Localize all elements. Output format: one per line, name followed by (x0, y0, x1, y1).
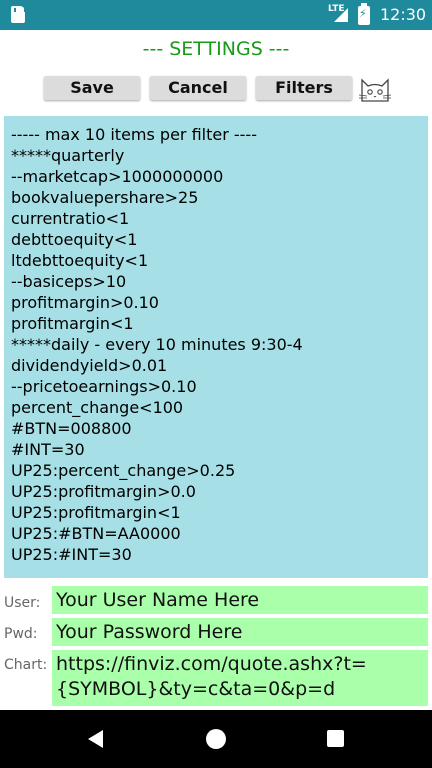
cancel-button[interactable]: Cancel (150, 76, 246, 100)
home-icon[interactable] (206, 729, 226, 749)
user-field[interactable]: Your User Name Here (52, 586, 428, 614)
sd-card-icon (11, 6, 26, 23)
page-title: --- SETTINGS --- (142, 38, 290, 60)
cat-icon[interactable] (358, 74, 392, 104)
password-field[interactable]: Your Password Here (52, 618, 428, 646)
chart-label: Chart: (4, 657, 48, 673)
recents-icon[interactable] (327, 730, 344, 747)
signal-icon (334, 8, 348, 22)
filters-textarea[interactable]: ----- max 10 items per filter ---- *****… (4, 116, 428, 578)
status-bar: LTE 12:30 (0, 0, 432, 30)
user-label: User: (4, 595, 41, 611)
clock: 12:30 (380, 5, 427, 24)
filters-button[interactable]: Filters (256, 76, 352, 100)
battery-charging-icon (358, 3, 370, 25)
save-button[interactable]: Save (44, 76, 140, 100)
navigation-bar (0, 710, 432, 768)
back-icon[interactable] (88, 730, 103, 748)
chart-url-field[interactable]: https://finviz.com/quote.ashx?t= {SYMBOL… (52, 650, 428, 706)
password-label: Pwd: (4, 626, 38, 642)
